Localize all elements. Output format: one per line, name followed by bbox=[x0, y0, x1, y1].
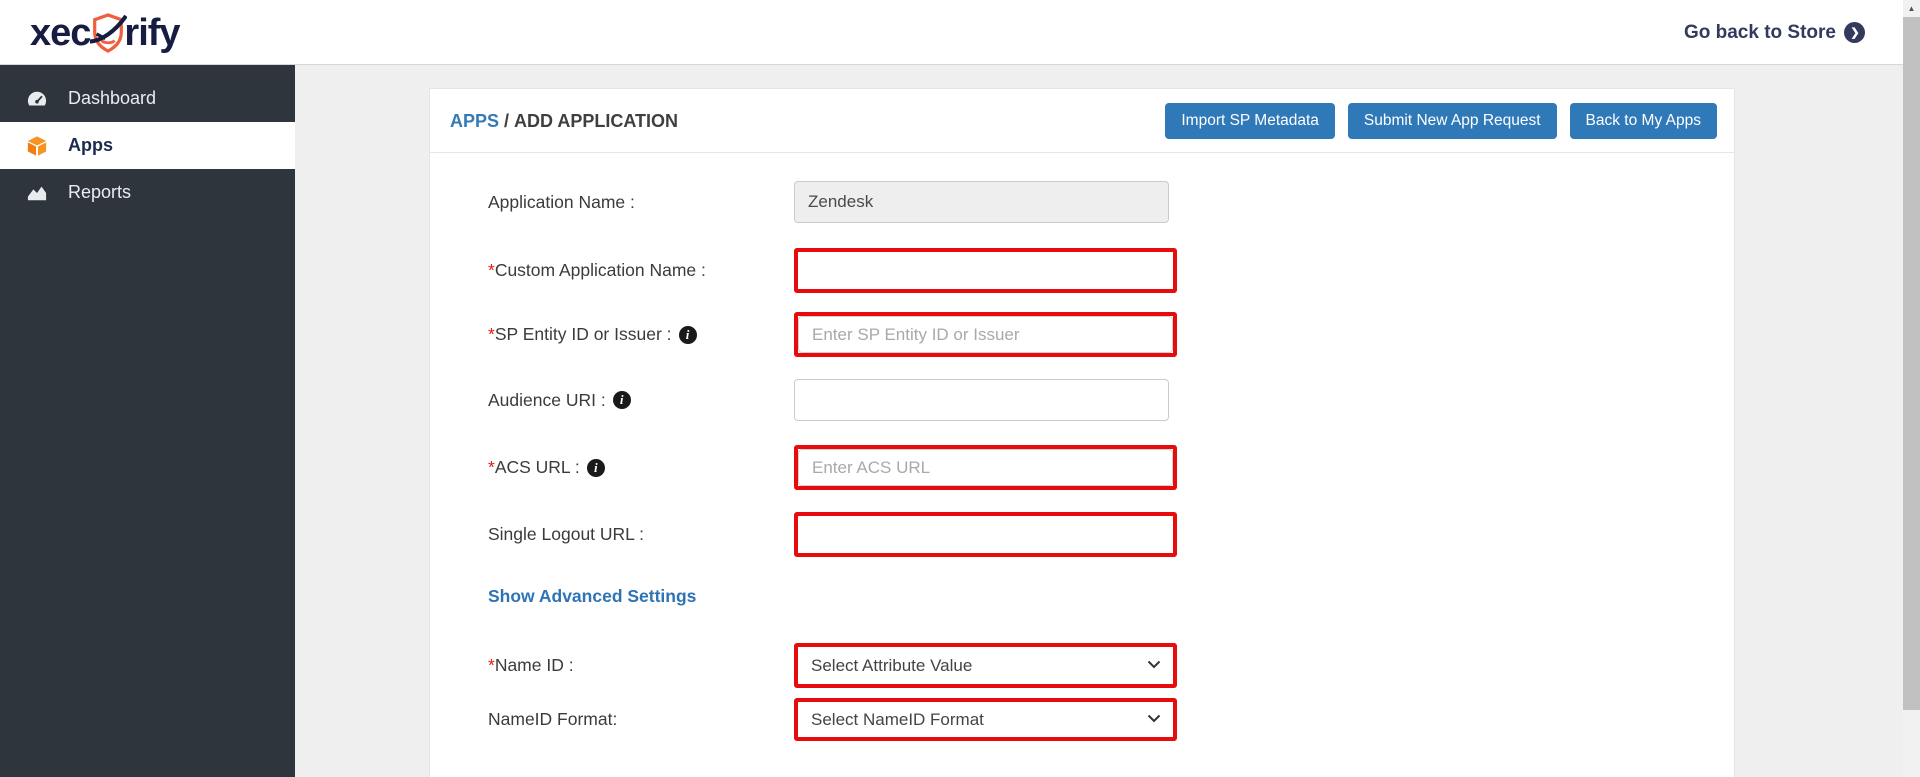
show-advanced-settings-link[interactable]: Show Advanced Settings bbox=[488, 586, 696, 607]
audience-uri-input[interactable] bbox=[794, 379, 1169, 421]
label-text: Single Logout URL : bbox=[488, 524, 644, 544]
selected-value: Select NameID Format bbox=[811, 709, 984, 729]
label-text: Application Name : bbox=[488, 191, 635, 212]
vertical-scrollbar: ▲ bbox=[1903, 0, 1920, 777]
custom-application-name-input[interactable] bbox=[798, 252, 1173, 289]
info-icon[interactable]: i bbox=[678, 325, 697, 344]
name-id-select[interactable]: Select Attribute Value bbox=[798, 647, 1173, 684]
name-id-label: *Name ID : bbox=[488, 643, 788, 688]
audience-uri-label: Audience URI : i bbox=[488, 379, 788, 421]
breadcrumb-apps-link[interactable]: APPS bbox=[450, 111, 499, 132]
custom-application-name-field bbox=[794, 248, 1177, 293]
top-bar: xec rify Go back to Store ❯ bbox=[0, 0, 1903, 65]
label-text: Custom Application Name : bbox=[494, 260, 706, 280]
info-icon[interactable]: i bbox=[586, 458, 605, 477]
application-name-label: Application Name : bbox=[488, 181, 788, 223]
sidebar-item-label: Reports bbox=[68, 182, 132, 202]
header-actions: Import SP Metadata Submit New App Reques… bbox=[1165, 103, 1717, 139]
required-asterisk: * bbox=[488, 324, 495, 344]
acs-url-label: *ACS URL : i bbox=[488, 445, 788, 490]
logo-text-right: rify bbox=[124, 11, 180, 54]
audience-uri-field bbox=[794, 379, 1169, 421]
logo-text-left: xec bbox=[30, 11, 91, 54]
nameid-format-field: Select NameID Format bbox=[794, 698, 1177, 741]
selected-value: Select Attribute Value bbox=[811, 655, 973, 675]
sidebar: Dashboard Apps Reports bbox=[0, 65, 295, 777]
name-id-field: Select Attribute Value bbox=[794, 643, 1177, 688]
main-content-area: APPS / ADD APPLICATION Import SP Metadat… bbox=[295, 65, 1903, 777]
single-logout-url-input[interactable] bbox=[798, 516, 1173, 553]
go-back-to-store-link[interactable]: Go back to Store ❯ bbox=[1684, 0, 1865, 65]
breadcrumb-current: ADD APPLICATION bbox=[514, 110, 679, 131]
sidebar-item-label: Apps bbox=[68, 135, 113, 155]
label-text: Name ID : bbox=[494, 655, 574, 675]
xecurify-logo[interactable]: xec rify bbox=[30, 8, 181, 61]
breadcrumb: APPS / ADD APPLICATION bbox=[450, 89, 678, 153]
add-application-card: APPS / ADD APPLICATION Import SP Metadat… bbox=[429, 88, 1735, 777]
acs-url-field bbox=[794, 445, 1177, 490]
info-icon[interactable]: i bbox=[612, 391, 631, 409]
submit-new-app-request-button[interactable]: Submit New App Request bbox=[1347, 103, 1557, 139]
required-asterisk: * bbox=[488, 260, 495, 280]
label-text: Audience URI : bbox=[488, 389, 606, 410]
go-back-label: Go back to Store bbox=[1683, 21, 1836, 43]
label-text: ACS URL : bbox=[494, 457, 580, 477]
acs-url-input[interactable] bbox=[798, 449, 1173, 486]
card-header: APPS / ADD APPLICATION Import SP Metadat… bbox=[430, 89, 1734, 153]
application-name-input bbox=[794, 181, 1169, 223]
nameid-format-label: NameID Format: bbox=[488, 698, 788, 741]
application-name-field bbox=[794, 181, 1169, 223]
chevron-circle-right-icon: ❯ bbox=[1844, 22, 1865, 43]
label-text: SP Entity ID or Issuer : bbox=[494, 324, 672, 344]
sidebar-item-reports[interactable]: Reports bbox=[0, 169, 295, 216]
scrollbar-up-arrow[interactable]: ▲ bbox=[1903, 0, 1920, 17]
single-logout-url-label: Single Logout URL : bbox=[488, 512, 788, 557]
sidebar-item-apps[interactable]: Apps bbox=[0, 122, 295, 169]
chevron-down-icon bbox=[1147, 660, 1161, 669]
area-chart-icon bbox=[26, 183, 48, 203]
sp-entity-id-input[interactable] bbox=[798, 316, 1173, 353]
breadcrumb-separator: / bbox=[499, 110, 515, 131]
sp-entity-id-label: *SP Entity ID or Issuer : i bbox=[488, 312, 788, 357]
single-logout-url-field bbox=[794, 512, 1177, 557]
sidebar-item-dashboard[interactable]: Dashboard bbox=[0, 75, 295, 122]
gauge-icon bbox=[26, 89, 48, 109]
back-to-my-apps-button[interactable]: Back to My Apps bbox=[1569, 103, 1717, 139]
chevron-down-icon bbox=[1147, 714, 1161, 723]
cube-icon bbox=[26, 135, 48, 157]
required-asterisk: * bbox=[488, 655, 495, 675]
shield-check-icon bbox=[89, 10, 129, 61]
required-asterisk: * bbox=[488, 457, 495, 477]
import-sp-metadata-button[interactable]: Import SP Metadata bbox=[1165, 103, 1335, 139]
custom-application-name-label: *Custom Application Name : bbox=[488, 248, 788, 293]
nameid-format-select[interactable]: Select NameID Format bbox=[798, 702, 1173, 737]
label-text: NameID Format: bbox=[488, 709, 618, 729]
scrollbar-thumb[interactable] bbox=[1903, 17, 1920, 710]
sp-entity-id-field bbox=[794, 312, 1177, 357]
sidebar-item-label: Dashboard bbox=[68, 88, 157, 108]
